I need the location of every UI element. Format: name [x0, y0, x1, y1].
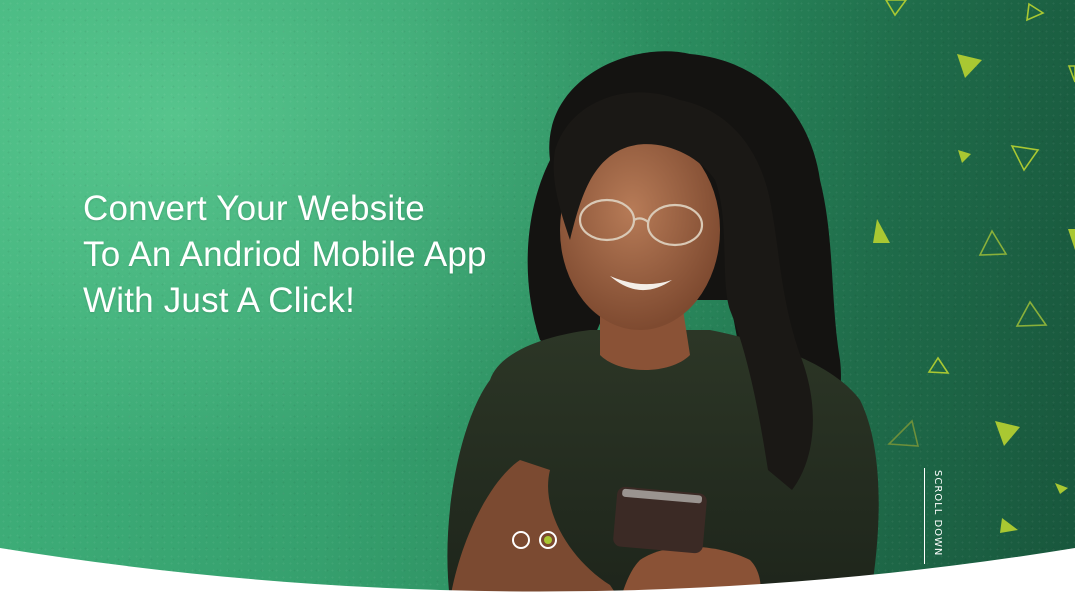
headline-line-3: With Just A Click! [83, 281, 355, 320]
hero-person-image [447, 51, 879, 599]
phone-icon [613, 486, 707, 554]
headline-line-1: Convert Your Website [83, 189, 425, 228]
hero-headline: Convert Your Website To An Andriod Mobil… [83, 186, 487, 324]
scroll-line [924, 468, 925, 564]
scroll-down-label[interactable]: SCROLL DOWN [932, 470, 943, 556]
slider-pagination [512, 531, 557, 553]
slider-dot-1[interactable] [512, 531, 530, 549]
hero-banner: Convert Your Website To An Andriod Mobil… [0, 0, 1075, 599]
scroll-down-indicator[interactable]: SCROLL DOWN [924, 468, 946, 564]
slider-dot-2[interactable] [539, 531, 557, 549]
headline-line-2: To An Andriod Mobile App [83, 235, 487, 274]
